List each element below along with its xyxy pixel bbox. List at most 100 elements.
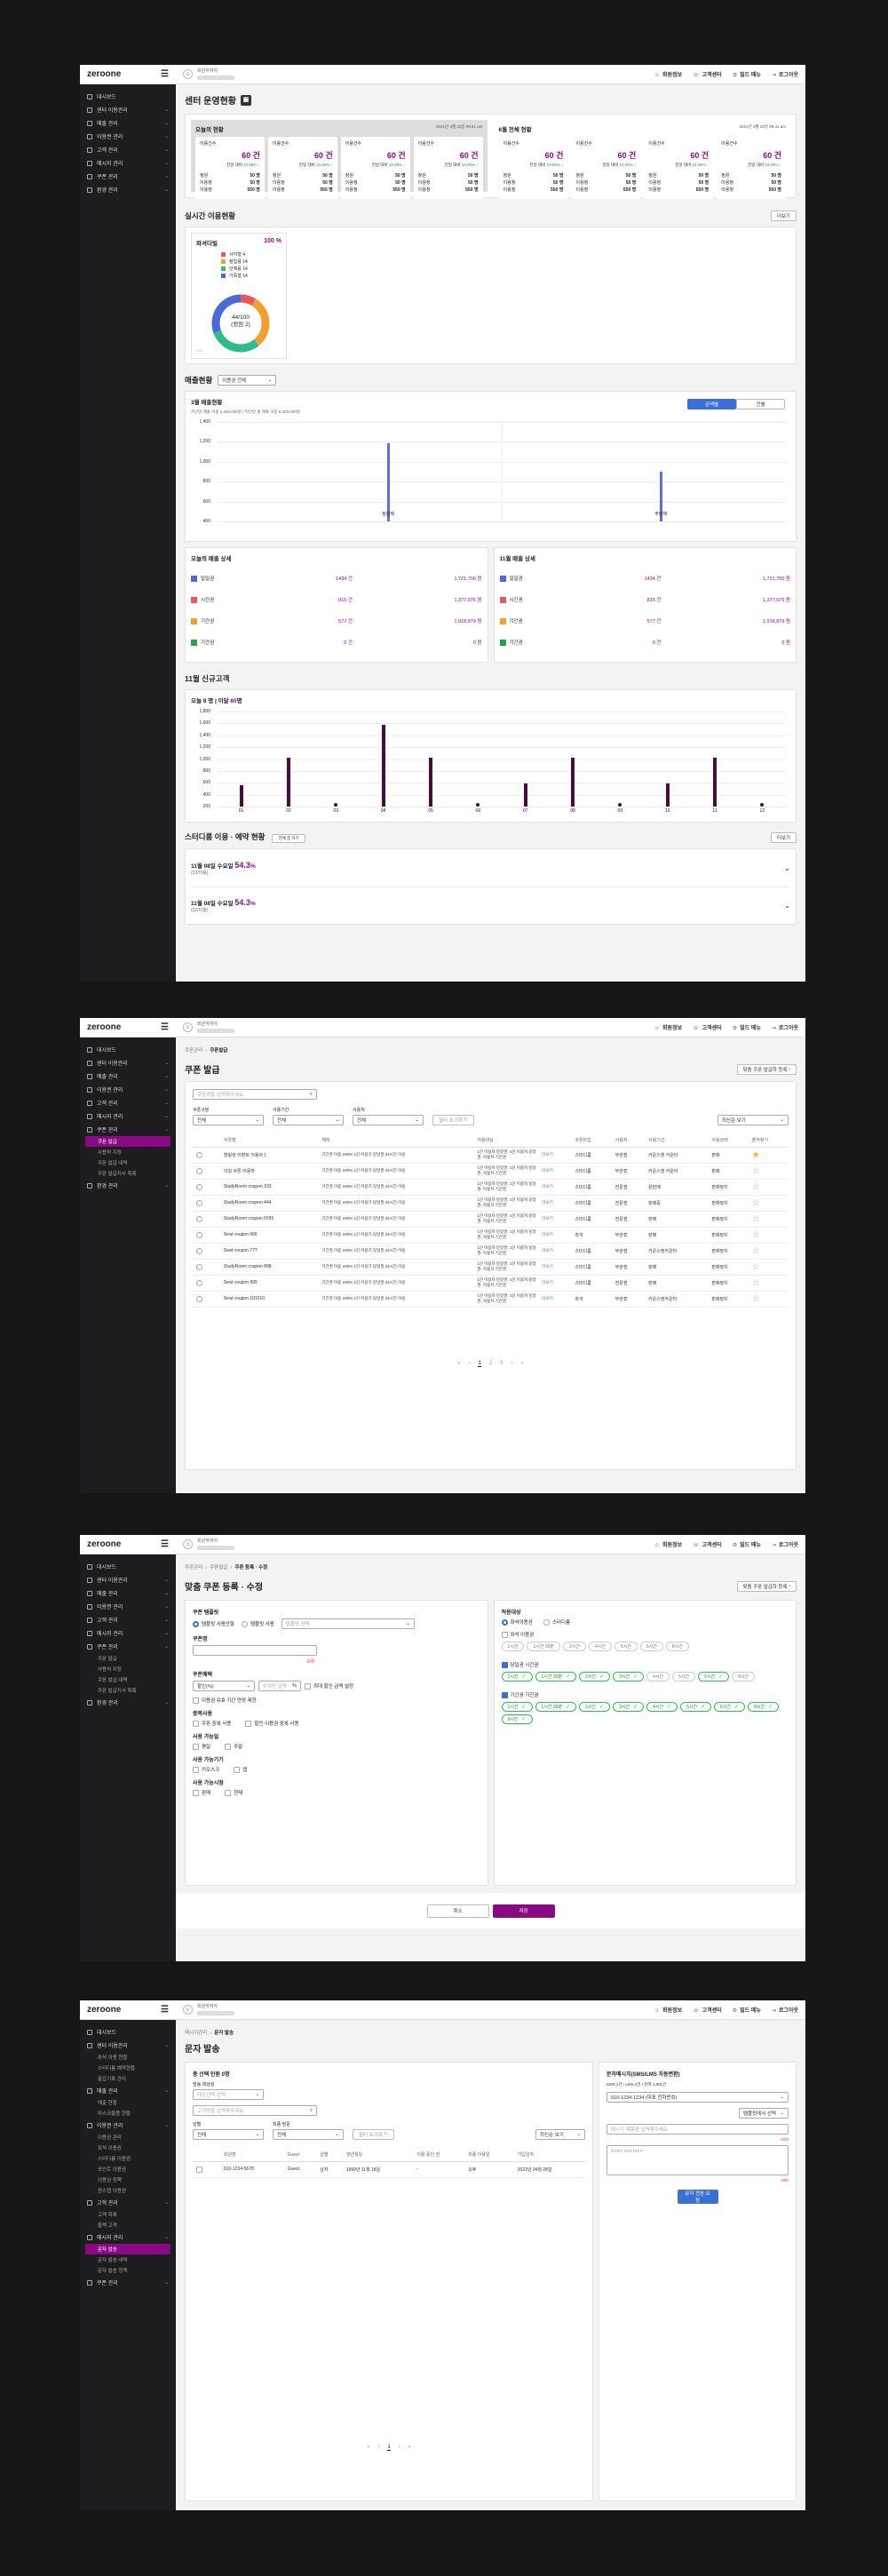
study-row[interactable]: 11월 08일 수요일 54.3% (22/이용) ⌄ xyxy=(191,886,790,924)
top-link-profile[interactable]: ☺ 회원정보 xyxy=(654,1540,682,1548)
sidebar-subitem[interactable]: 출입기록 관리 xyxy=(80,2073,176,2084)
send-sms-button[interactable]: 문자 전송 요청 xyxy=(677,2190,718,2204)
pie-card[interactable]: 파셔더빌 100 % 사각형 4 창업용 14 단체용 14 가족형 14 44/100… xyxy=(191,233,287,359)
filter-place[interactable]: 전체 ⌄ xyxy=(353,1115,424,1125)
status-card[interactable]: 이용건수 60 건 전일 대비 10.06% ↑ 정원 50 명 이용정 50 명 이용정 55… xyxy=(195,137,265,199)
star-icon[interactable]: ☆ xyxy=(748,1243,789,1260)
bar[interactable] xyxy=(239,784,243,807)
star-icon[interactable]: ☆ xyxy=(748,1179,789,1196)
top-link-build[interactable]: ⚙ 빌드 메뉴 xyxy=(733,1023,761,1031)
sale-check[interactable]: 판매 xyxy=(193,1789,210,1797)
study-row[interactable]: 11월 08일 수요일 54.3% (22/이용) ⌄ xyxy=(191,849,790,886)
sidebar-subitem[interactable]: 쿠폰 발급지사 목록 xyxy=(80,1685,176,1696)
more-link[interactable]: 더보기 xyxy=(542,1152,552,1157)
bar[interactable] xyxy=(713,758,717,807)
top-link-profile[interactable]: ☺ 회원정보 xyxy=(654,2006,682,2014)
menu-icon[interactable]: ☰ xyxy=(161,69,169,79)
search-input[interactable]: 쿠폰명을 입력해주세요 ⌕ xyxy=(193,1089,317,1100)
time-pill[interactable]: 1시간 30분 xyxy=(535,1672,577,1682)
pager-prev-icon[interactable]: ‹ xyxy=(377,2445,379,2451)
row-radio[interactable] xyxy=(196,1199,202,1206)
sidebar-item[interactable]: 메시지 관리 ⌄ xyxy=(80,2230,176,2244)
sidebar-item[interactable]: 메시지 관리 ⌄ xyxy=(80,156,176,170)
from-number-select[interactable]: 010-1234-1234 (대표 전화번호) ⌄ xyxy=(607,2092,789,2103)
star-icon[interactable]: ☆ xyxy=(748,1227,789,1244)
pager-prev-icon[interactable]: « xyxy=(457,1361,460,1367)
sidebar-subitem[interactable]: 이용권 정책 xyxy=(80,2174,176,2185)
sidebar-subitem[interactable]: 쿠폰 발급 내역 xyxy=(80,1157,176,1168)
toggle-amount[interactable]: 금액별 xyxy=(687,399,736,409)
sidebar-subitem[interactable]: 쿠폰 발급지사 목록 xyxy=(80,1168,176,1179)
top-link-logout[interactable]: ⇥ 로그아웃 xyxy=(772,70,798,78)
sidebar-item[interactable]: 센터 이용관리 ⌄ xyxy=(80,2039,176,2052)
time-pill[interactable]: 2시간 xyxy=(579,1702,611,1713)
row-checkbox[interactable] xyxy=(196,2166,202,2173)
more-link[interactable]: 더보기 xyxy=(542,1184,552,1189)
top-link-logout[interactable]: ⇥ 로그아웃 xyxy=(772,1540,798,1548)
filter-gender[interactable]: 전체 ⌄ xyxy=(193,2129,264,2140)
toggle-count[interactable]: 건별 xyxy=(736,399,785,409)
sidebar-subitem[interactable]: 좌석 이용 현황 xyxy=(80,2052,176,2063)
sidebar-subitem[interactable]: 스터디룸 예약현황 xyxy=(80,2063,176,2073)
sidebar-subitem[interactable]: 쿠폰 발급 xyxy=(80,1653,176,1664)
time-pass-check[interactable]: 당일권 시간권 xyxy=(501,1661,789,1669)
more-link[interactable]: 더보기 xyxy=(542,1280,552,1285)
more-button[interactable]: 더보기 xyxy=(770,211,797,221)
sidebar-subitem[interactable]: 포인트 이용권 xyxy=(80,2164,176,2174)
coupon-name-input[interactable] xyxy=(193,1645,317,1656)
logo[interactable]: zeroone ☰ xyxy=(80,2000,176,2020)
dup-coupon-check[interactable]: 쿠폰 중복 사용 xyxy=(193,1720,231,1728)
benefit-select[interactable]: 할인(%) ⌄ xyxy=(193,1681,255,1691)
status-card[interactable]: 이용건수 60 건 전일 대비 10.06% ↑ 정원 50 명 이용정 50 명 이용정 55… xyxy=(413,137,483,199)
sidebar-item[interactable]: 메시지 관리 ⌄ xyxy=(80,1626,176,1640)
table-row[interactable]: Seat coupon 777 기간권 이용 100% 1인 이용기 당일권 24… xyxy=(193,1243,789,1260)
top-link-build[interactable]: ⚙ 빌드 메뉴 xyxy=(733,1540,761,1548)
bar[interactable] xyxy=(571,758,575,807)
pager-next-icon[interactable]: › xyxy=(399,2445,400,2451)
row-radio[interactable] xyxy=(196,1295,202,1302)
star-icon[interactable]: ★ xyxy=(748,1147,789,1164)
pager-prev-icon[interactable]: « xyxy=(367,2445,369,2451)
kiosk-check[interactable]: 키오스크 xyxy=(193,1766,219,1774)
top-link-profile[interactable]: ☺ 회원정보 xyxy=(654,1023,682,1031)
time-pill[interactable]: 2시간 xyxy=(563,1642,587,1652)
sidebar-item[interactable]: 고객 관리 ⌄ xyxy=(80,1096,176,1109)
page-number[interactable]: 3 xyxy=(500,1361,503,1367)
page-number[interactable]: 1 xyxy=(478,1361,481,1367)
sidebar-subitem[interactable]: 고객 목록 xyxy=(80,2209,176,2220)
time-pill[interactable]: 1시간 30분 xyxy=(527,1642,561,1652)
time-pill[interactable]: 8시간 xyxy=(665,1642,689,1652)
radio-seat[interactable]: 좌석이용권 xyxy=(501,1618,533,1626)
time-pill[interactable]: 5시간 xyxy=(672,1672,696,1682)
sidebar-item[interactable]: 이용권 관리 ⌄ xyxy=(80,130,176,143)
time-pill[interactable]: 1시간 xyxy=(501,1642,525,1652)
time-pill[interactable]: 2시간 xyxy=(579,1672,611,1682)
top-link-profile[interactable]: ☺ 회원정보 xyxy=(654,70,682,78)
app-check[interactable]: 앱 xyxy=(234,1766,247,1774)
pager-next-icon[interactable]: › xyxy=(511,1361,513,1367)
page-number[interactable]: 2 xyxy=(489,1361,492,1367)
time-pill[interactable]: 3시간 xyxy=(613,1672,645,1682)
user-info[interactable]: ☺ 회원하여야 xyxy=(183,1538,234,1552)
time-pill[interactable]: 6시간 xyxy=(714,1702,746,1713)
time-pill[interactable]: 9시간 xyxy=(501,1714,533,1725)
time-pill[interactable]: 4시간 xyxy=(589,1642,612,1652)
star-icon[interactable]: ☆ xyxy=(748,1259,789,1276)
target-select[interactable]: 대상선택 선택 ⌄ xyxy=(193,2089,264,2100)
sidebar-item[interactable]: 대시보드 xyxy=(80,90,176,103)
time-pill[interactable]: 4시간 xyxy=(646,1702,678,1713)
filter-period[interactable]: 전체 ⌄ xyxy=(273,1115,344,1125)
sidebar-item[interactable]: 쿠폰 관리 ⌄ xyxy=(80,1640,176,1653)
sales-select[interactable]: 이용권 전체 ⌄ xyxy=(218,375,277,386)
menu-icon[interactable]: ☰ xyxy=(161,2005,169,2015)
star-icon[interactable]: ☆ xyxy=(748,1275,789,1292)
sidebar-item[interactable]: 고객 관리 ⌄ xyxy=(80,2196,176,2209)
time-pill[interactable]: 6시간 xyxy=(698,1672,730,1682)
sort-select[interactable]: 최신순 보기 ⌄ xyxy=(535,2129,585,2140)
table-row[interactable]: Seat coupon 101010 기간권 이용 100% 1인 이용기 당일권… xyxy=(193,1291,789,1308)
sidebar-subitem[interactable]: 사용처 지정 xyxy=(80,1147,176,1157)
sidebar-item[interactable]: 이용권 관리 ⌄ xyxy=(80,1600,176,1613)
table-row[interactable]: StudyRoom coupon 888 기간권 이용 100% 1인 이용기 당… xyxy=(193,1259,789,1276)
page-number[interactable]: 1 xyxy=(387,2445,391,2451)
row-radio[interactable] xyxy=(196,1247,202,1254)
